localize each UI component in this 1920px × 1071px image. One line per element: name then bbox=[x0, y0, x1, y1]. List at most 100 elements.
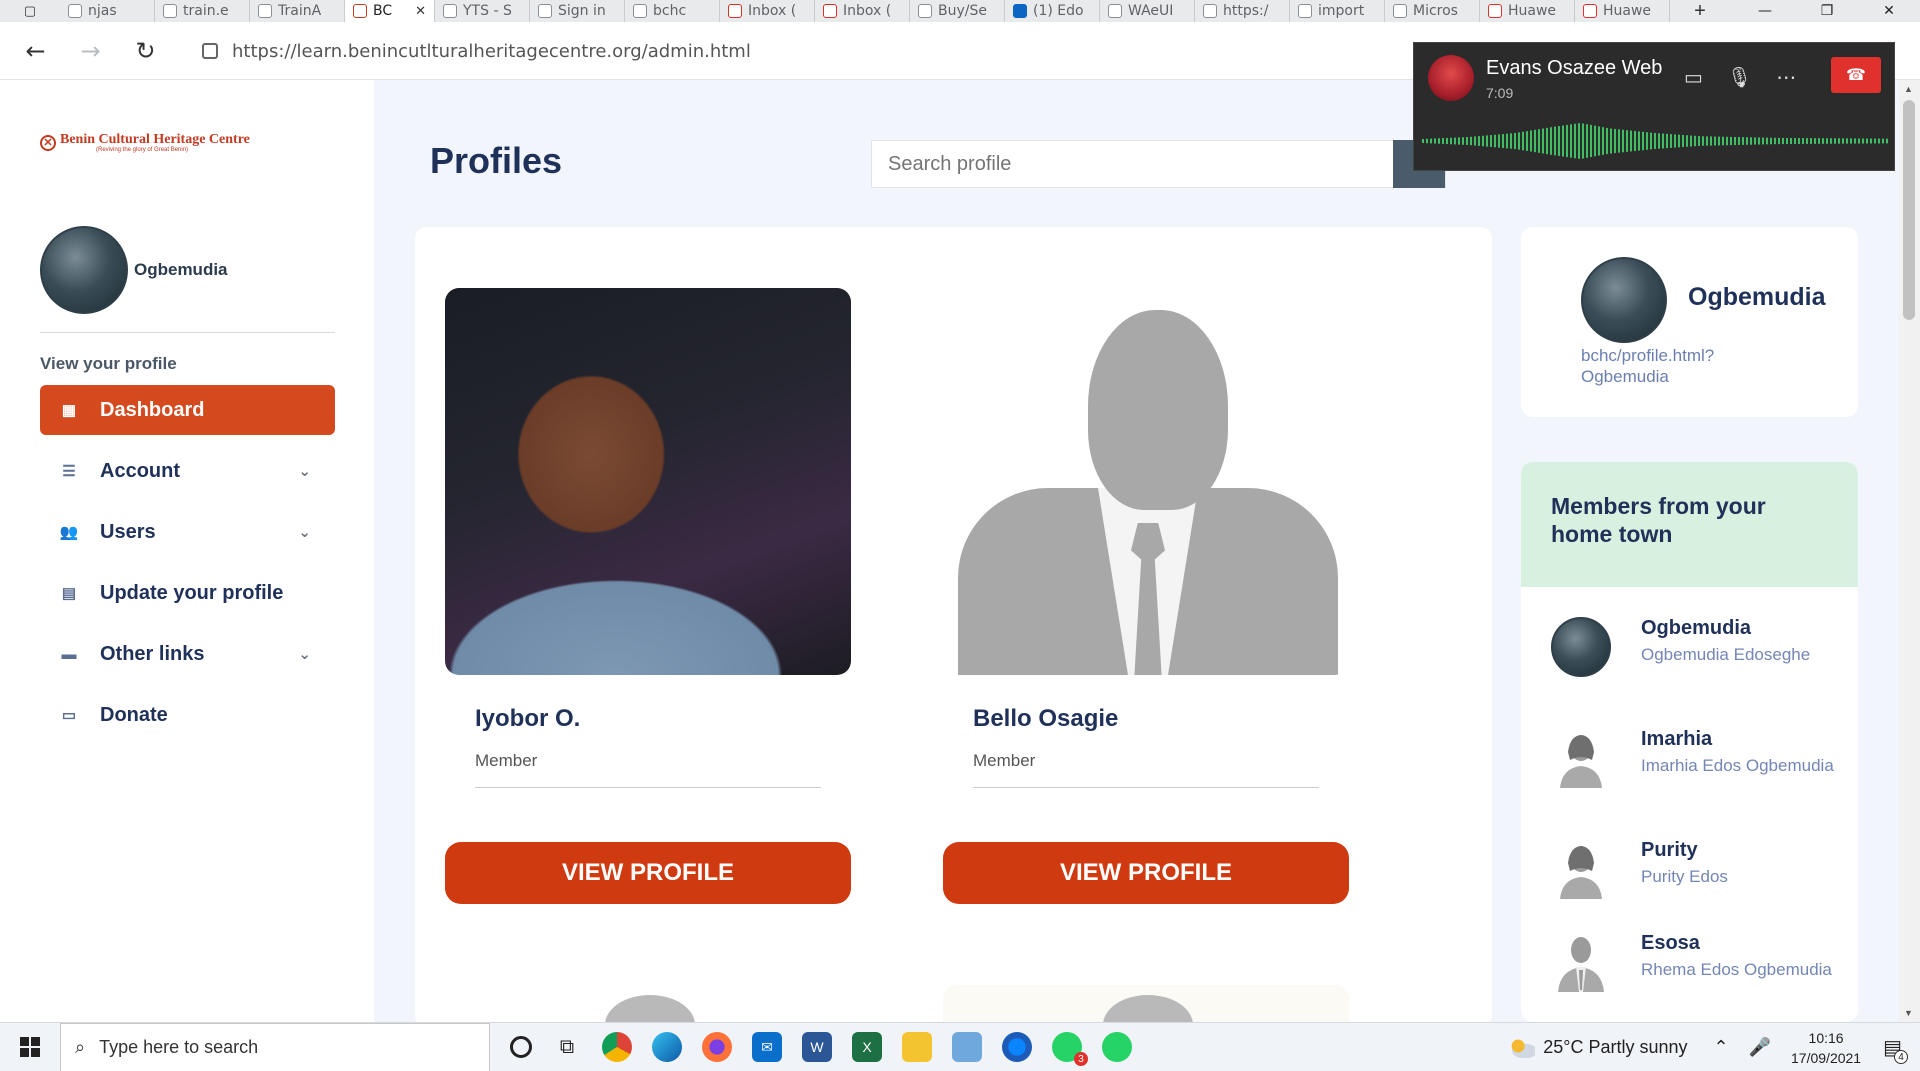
browser-tab[interactable]: train.e bbox=[155, 0, 250, 22]
sidebar-item-users[interactable]: 👥 Users ⌄ bbox=[40, 507, 335, 557]
browser-tab[interactable]: Inbox ( bbox=[720, 0, 815, 22]
browser-tab[interactable]: Sign in bbox=[530, 0, 625, 22]
edge-icon[interactable] bbox=[652, 1032, 682, 1062]
file-explorer-icon[interactable] bbox=[902, 1032, 932, 1062]
chrome-icon[interactable] bbox=[602, 1032, 632, 1062]
page-icon bbox=[1108, 4, 1122, 18]
weather-text[interactable]: 25°C Partly sunny bbox=[1543, 1037, 1687, 1058]
member-info: Purity Purity Edos bbox=[1641, 839, 1728, 899]
view-profile-button[interactable]: VIEW PROFILE bbox=[445, 842, 851, 904]
profile-role: Member bbox=[973, 751, 1036, 770]
restore-icon[interactable]: ❐ bbox=[1796, 0, 1858, 22]
excel-icon[interactable]: X bbox=[852, 1032, 882, 1062]
windows-start-icon[interactable] bbox=[0, 1023, 60, 1071]
member-info: Imarhia Imarhia Edos Ogbemudia bbox=[1641, 728, 1834, 788]
scroll-up-icon[interactable]: ▲ bbox=[1904, 84, 1913, 94]
browser-tab-strip: ▢ njas train.e TrainA BC ✕ YTS - S Sign i… bbox=[0, 0, 1920, 22]
sidebar-item-dashboard[interactable]: ▦ Dashboard bbox=[40, 385, 335, 435]
back-icon[interactable]: ← bbox=[8, 37, 63, 65]
google-icon bbox=[1298, 4, 1312, 18]
list-item[interactable]: Purity Purity Edos bbox=[1551, 839, 1728, 899]
male-avatar-icon bbox=[1551, 932, 1611, 992]
google-icon bbox=[538, 4, 552, 18]
clock[interactable]: 10:16 17/09/2021 bbox=[1791, 1028, 1861, 1068]
mail-icon[interactable]: ✉ bbox=[752, 1032, 782, 1062]
browser-tab[interactable]: WAeUI bbox=[1100, 0, 1195, 22]
bchc-favicon-icon bbox=[353, 4, 367, 18]
scrollbar-thumb[interactable] bbox=[1903, 100, 1915, 320]
minimize-icon[interactable]: — bbox=[1734, 0, 1796, 22]
app-icon[interactable] bbox=[952, 1032, 982, 1062]
site-logo[interactable]: ✕ Benin Cultural Heritage Centre (Revivi… bbox=[40, 132, 250, 153]
more-options-icon[interactable]: ⋯ bbox=[1776, 65, 1796, 90]
chevron-down-icon[interactable]: ⌄ bbox=[298, 645, 311, 663]
view-profile-button[interactable]: VIEW PROFILE bbox=[943, 842, 1349, 904]
browser-tab[interactable]: Huawe bbox=[1575, 0, 1670, 22]
task-view-icon[interactable]: ⧉ bbox=[552, 1032, 582, 1062]
sidebar-item-other-links[interactable]: ▬ Other links ⌄ bbox=[40, 629, 335, 679]
profile-card: Iyobor O. Member VIEW PROFILE bbox=[445, 288, 851, 904]
cortana-icon[interactable] bbox=[510, 1036, 532, 1058]
browser-tab[interactable]: TrainA bbox=[250, 0, 345, 22]
browser-tab[interactable]: Inbox ( bbox=[815, 0, 910, 22]
new-tab-icon[interactable]: + bbox=[1670, 0, 1730, 22]
end-call-button[interactable]: ☎ bbox=[1831, 57, 1881, 93]
grid-icon: ▦ bbox=[61, 402, 77, 419]
browser-tab[interactable]: njas bbox=[60, 0, 155, 22]
logo-title: Benin Cultural Heritage Centre bbox=[60, 132, 250, 147]
close-window-icon[interactable]: ✕ bbox=[1858, 0, 1920, 22]
video-camera-icon[interactable]: ▭ bbox=[1684, 65, 1703, 90]
refresh-icon[interactable]: ↻ bbox=[118, 37, 173, 65]
browser-tab[interactable]: import bbox=[1290, 0, 1385, 22]
avatar bbox=[40, 226, 128, 314]
page-icon bbox=[633, 4, 647, 18]
sidebar-item-donate[interactable]: ▭ Donate bbox=[40, 690, 335, 740]
tab-actions-icon[interactable]: ▢ bbox=[0, 0, 60, 22]
browser-tab[interactable]: Huawe bbox=[1480, 0, 1575, 22]
my-profile-link[interactable]: bchc/profile.html?Ogbemudia bbox=[1581, 345, 1751, 387]
close-tab-icon[interactable]: ✕ bbox=[415, 4, 426, 19]
browser-tab[interactable]: Buy/Se bbox=[910, 0, 1005, 22]
word-icon[interactable]: W bbox=[802, 1032, 832, 1062]
firefox-dev-icon[interactable] bbox=[1002, 1032, 1032, 1062]
browser-tab-active[interactable]: BC ✕ bbox=[345, 0, 435, 22]
browser-tab[interactable]: YTS - S bbox=[435, 0, 530, 22]
chevron-down-icon[interactable]: ⌄ bbox=[298, 523, 311, 541]
browser-tab[interactable]: https:/ bbox=[1195, 0, 1290, 22]
avatar bbox=[1551, 617, 1611, 677]
sidebar-item-update-profile[interactable]: ▤ Update your profile bbox=[40, 568, 335, 618]
phone-hangup-icon: ☎ bbox=[1846, 67, 1866, 84]
browser-tab[interactable]: bchc bbox=[625, 0, 720, 22]
sidebar-menu: ▦ Dashboard ☰ Account ⌄ 👥 Users ⌄ ▤ Upda… bbox=[40, 385, 335, 751]
chevron-down-icon[interactable]: ⌄ bbox=[298, 462, 311, 480]
whatsapp-icon[interactable]: 3 bbox=[1052, 1032, 1088, 1066]
whatsapp-icon[interactable] bbox=[1102, 1032, 1132, 1062]
forward-icon[interactable]: → bbox=[63, 37, 118, 65]
scrollbar[interactable]: ▲ ▼ bbox=[1899, 80, 1920, 1022]
url-field[interactable]: https://learn.benincutlturalheritagecent… bbox=[180, 36, 751, 66]
chevron-up-icon[interactable]: ⌃ bbox=[1714, 1037, 1729, 1058]
list-item[interactable]: Ogbemudia Ogbemudia Edoseghe bbox=[1551, 617, 1810, 677]
female-avatar-svg bbox=[1560, 846, 1602, 899]
female-avatar-icon bbox=[1551, 728, 1611, 788]
female-avatar-svg bbox=[1560, 735, 1602, 788]
list-item[interactable]: Imarhia Imarhia Edos Ogbemudia bbox=[1551, 728, 1834, 788]
browser-tab[interactable]: Micros bbox=[1385, 0, 1480, 22]
scroll-down-icon[interactable]: ▼ bbox=[1904, 1008, 1913, 1018]
firefox-icon[interactable] bbox=[702, 1032, 732, 1062]
browser-tab[interactable]: (1) Edo bbox=[1005, 0, 1100, 22]
sidebar-item-account[interactable]: ☰ Account ⌄ bbox=[40, 446, 335, 496]
gmail-icon bbox=[728, 4, 742, 18]
notifications-icon[interactable]: ▤ 4 bbox=[1883, 1035, 1908, 1064]
search-bar bbox=[871, 140, 1446, 188]
search-input[interactable] bbox=[872, 141, 1393, 187]
window-controls: — ❐ ✕ bbox=[1734, 0, 1920, 22]
sidebar-user[interactable]: Ogbemudia bbox=[40, 226, 228, 314]
list-item[interactable]: Esosa Rhema Edos Ogbemudia bbox=[1551, 932, 1832, 992]
microphone-icon[interactable]: 🎙 bbox=[1727, 65, 1752, 90]
taskbar-search[interactable]: ⌕ Type here to search bbox=[60, 1022, 490, 1071]
page-icon bbox=[1203, 4, 1217, 18]
money-icon: ▭ bbox=[61, 707, 77, 724]
divider bbox=[40, 332, 335, 333]
microphone-icon[interactable]: 🎤 bbox=[1749, 1037, 1771, 1058]
